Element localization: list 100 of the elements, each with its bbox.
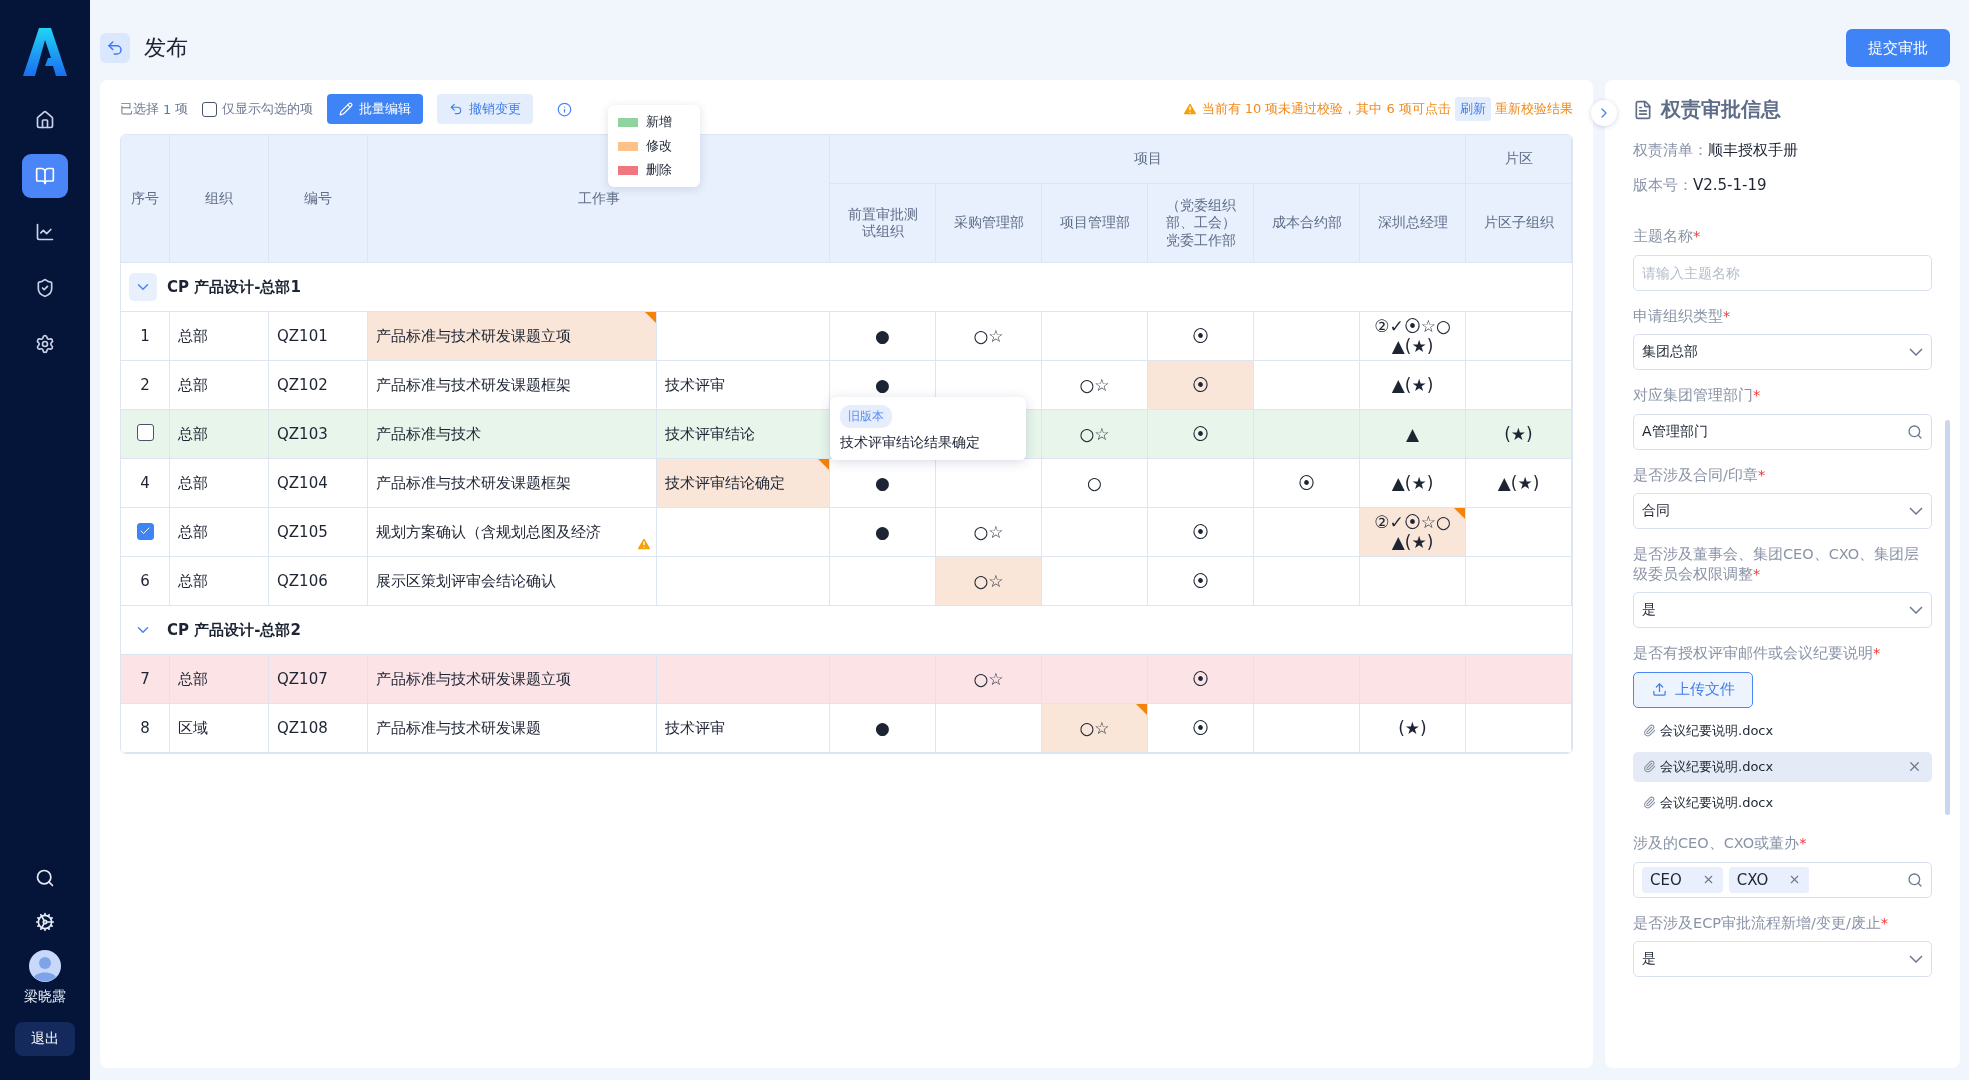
back-icon	[106, 39, 124, 57]
file-item[interactable]: 会议纪要说明.docx	[1633, 715, 1932, 746]
table-cell: ⦿	[1254, 459, 1360, 508]
batch-edit-button[interactable]: 批量编辑	[327, 94, 424, 124]
table-cell: 技术评审	[657, 704, 830, 753]
submit-button[interactable]: 提交审批	[1846, 29, 1950, 67]
nav-item[interactable]	[22, 154, 68, 198]
undo-icon	[449, 102, 464, 116]
column-header: （党委组织部、工会）党委工作部	[1148, 184, 1254, 263]
scrollbar[interactable]	[1945, 420, 1950, 815]
logo-icon	[23, 26, 67, 76]
select-field[interactable]: 合同	[1633, 493, 1932, 530]
logout-button[interactable]: 退出	[15, 1022, 75, 1056]
table-cell: QZ106	[269, 557, 368, 606]
table-cell: ○☆	[1042, 410, 1148, 459]
field-label: 是否涉及ECP审批流程新增/变更/废止*	[1633, 913, 1890, 933]
column-header: 编号	[269, 135, 368, 263]
table-cell: ●	[830, 508, 936, 557]
table-cell: ▲(★)	[1360, 459, 1466, 508]
legend-label: 删除	[646, 161, 672, 179]
table-cell: ▲(★)	[1466, 459, 1572, 508]
info-icon[interactable]	[557, 101, 573, 117]
select-field[interactable]: 集团总部	[1633, 334, 1932, 371]
back-button[interactable]	[100, 33, 130, 63]
table-cell: ○☆	[936, 312, 1042, 361]
column-header: 项目管理部	[1042, 184, 1148, 263]
file-item[interactable]: 会议纪要说明.docx	[1633, 751, 1932, 782]
table-cell: ⦿	[1148, 410, 1254, 459]
table-cell: 技术评审结论确定	[657, 459, 830, 508]
table-cell: 总部	[170, 410, 269, 459]
panel-title: 权责审批信息	[1661, 96, 1781, 123]
chevron-down-icon	[1909, 606, 1923, 615]
table-cell: QZ105	[269, 508, 368, 557]
table-cell: ●	[830, 459, 936, 508]
select-field[interactable]: 是	[1633, 941, 1932, 978]
table-cell: 产品标准与技术研发课题	[368, 704, 657, 753]
table-cell: 总部	[170, 655, 269, 704]
table-cell: 技术评审	[657, 361, 830, 410]
table-cell: ○☆	[936, 508, 1042, 557]
chevron-down-icon	[1909, 348, 1923, 357]
row-checkbox[interactable]	[136, 522, 154, 540]
only-checked-checkbox[interactable]: 仅显示勾选的项	[202, 100, 314, 118]
upload-button[interactable]: 上传文件	[1633, 671, 1753, 708]
table-cell: ○☆	[1042, 704, 1148, 753]
table-cell: ②✓⦿☆○ ▲(★)	[1360, 312, 1466, 361]
expand-toggle[interactable]	[129, 273, 157, 301]
table-cell: ○☆	[936, 557, 1042, 606]
selection-label: 项	[175, 100, 189, 118]
table-cell: ⦿	[1148, 655, 1254, 704]
table-cell: 区域	[170, 704, 269, 753]
row-number: 2	[121, 361, 170, 410]
info-label: 版本号：	[1633, 176, 1693, 195]
shield-icon	[35, 278, 55, 298]
chart-icon	[35, 222, 55, 242]
file-item[interactable]: 会议纪要说明.docx	[1633, 787, 1932, 818]
user-name: 梁晓露	[24, 988, 66, 1006]
column-group-header: 项目	[830, 135, 1466, 184]
paperclip-icon	[1643, 760, 1656, 774]
table-cell: ②✓⦿☆○ ▲(★)	[1360, 508, 1466, 557]
tag-select-field[interactable]: CEO CXO	[1633, 861, 1932, 898]
column-header: 前置审批测试组织	[830, 184, 936, 263]
input-field[interactable]: 请输入主题名称	[1633, 254, 1932, 291]
pencil-icon	[339, 102, 354, 116]
table-cell: ⦿	[1148, 361, 1254, 410]
table-cell: ⦿	[1148, 557, 1254, 606]
page-title: 发布	[144, 34, 189, 62]
info-value: 顺丰授权手册	[1708, 141, 1798, 160]
field-label: 申请组织类型*	[1633, 306, 1732, 326]
tooltip-text: 技术评审结论结果确定	[840, 434, 980, 452]
legend-label: 修改	[646, 137, 672, 155]
row-number: 1	[121, 312, 170, 361]
table-cell: QZ103	[269, 410, 368, 459]
row-number: 7	[121, 655, 170, 704]
warning-icon	[636, 536, 652, 552]
table-cell: 产品标准与技术研发课题框架	[368, 459, 657, 508]
field-label: 对应集团管理部门*	[1633, 386, 1762, 406]
chevron-down-icon	[1909, 955, 1923, 964]
column-header: 采购管理部	[936, 184, 1042, 263]
info-label: 权责清单：	[1633, 141, 1708, 160]
table-cell: 产品标准与技术研发课题立项	[368, 655, 657, 704]
legend-label: 新增	[646, 113, 672, 131]
paperclip-icon	[1643, 724, 1656, 738]
table-cell: QZ102	[269, 361, 368, 410]
search-field[interactable]: A管理部门	[1633, 413, 1932, 450]
table-cell: (★)	[1466, 410, 1572, 459]
row-checkbox[interactable]	[136, 423, 154, 441]
refresh-link[interactable]: 刷新	[1455, 97, 1491, 121]
column-group-header: 片区	[1466, 135, 1572, 184]
book-icon	[35, 166, 55, 186]
select-field[interactable]: 是	[1633, 592, 1932, 629]
selection-label: 已选择	[120, 100, 159, 118]
undo-changes-button[interactable]: 撤销变更	[437, 94, 534, 124]
tag-chip[interactable]: CXO	[1728, 866, 1810, 893]
group-label: CP 产品设计-总部1	[167, 277, 301, 297]
table-cell: 规划方案确认（含规划总图及经济	[368, 508, 657, 557]
table-cell: QZ108	[269, 704, 368, 753]
tag-chip[interactable]: CEO	[1642, 866, 1723, 893]
table-cell: ⦿	[1148, 704, 1254, 753]
table-cell: 总部	[170, 361, 269, 410]
field-label: 是否涉及董事会、集团CEO、CXO、集团层级委员会权限调整*	[1633, 545, 1921, 584]
